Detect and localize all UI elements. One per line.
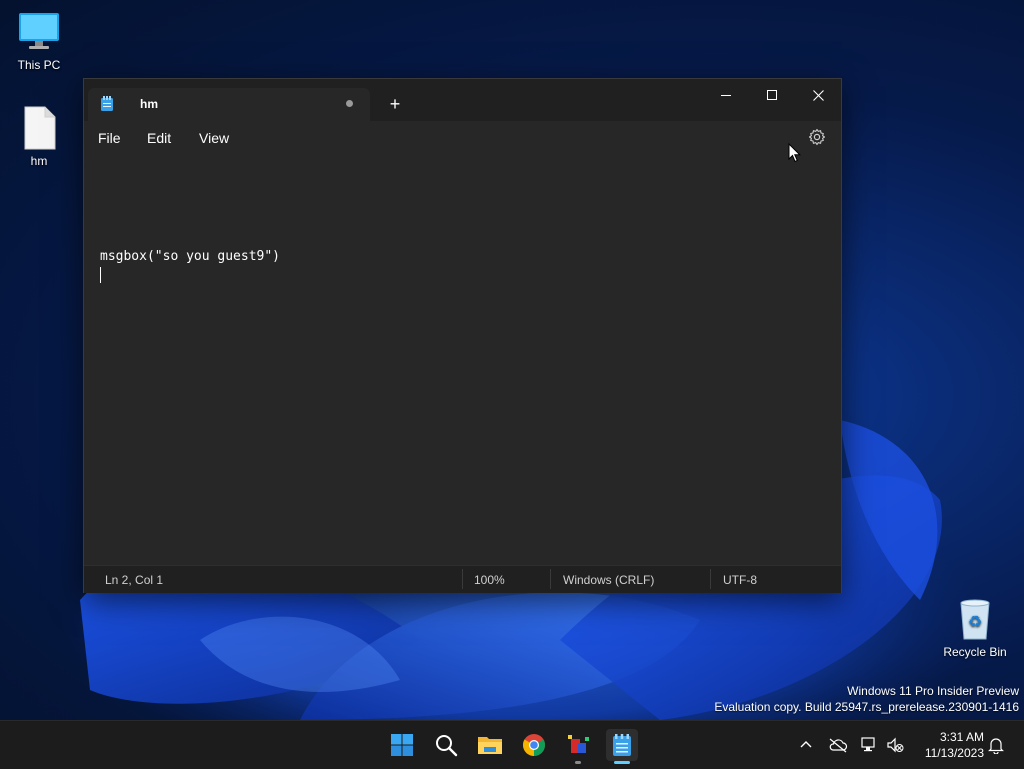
editor-line-1: msgbox("so you guest9") <box>100 249 281 264</box>
menu-file[interactable]: File <box>98 130 121 146</box>
new-tab-button[interactable]: + <box>384 93 406 115</box>
search-icon <box>436 735 458 757</box>
chrome-icon <box>523 734 545 756</box>
maximize-icon <box>767 90 777 100</box>
tab-hm[interactable]: hm <box>88 88 370 121</box>
tab-title: hm <box>140 97 158 111</box>
zoom-level: 100% <box>474 573 505 587</box>
menu-view[interactable]: View <box>199 130 229 146</box>
clock-time: 3:31 AM <box>939 730 984 744</box>
desktop-icon-hm[interactable]: hm <box>3 106 75 168</box>
running-indicator <box>575 761 581 764</box>
minimize-icon <box>721 95 731 96</box>
desktop-icon-recycle-bin[interactable]: ♻ Recycle Bin <box>939 597 1011 659</box>
watermark-line-1: Windows 11 Pro Insider Preview <box>847 684 1019 698</box>
text-caret <box>100 267 101 283</box>
speaker-muted-icon <box>887 737 904 753</box>
menu-bar: File Edit View <box>84 121 841 157</box>
taskbar-file-explorer[interactable] <box>474 729 506 761</box>
clock-date: 11/13/2023 <box>924 746 984 760</box>
cursor-position: Ln 2, Col 1 <box>105 573 164 587</box>
monitor-icon <box>17 10 61 54</box>
line-ending: Windows (CRLF) <box>563 573 655 587</box>
watermark-line-2: Evaluation copy. Build 25947.rs_prerelea… <box>714 700 1019 714</box>
status-divider <box>550 569 551 589</box>
search-button[interactable] <box>430 729 462 761</box>
notifications-button[interactable] <box>984 733 1008 757</box>
text-file-icon <box>17 106 61 150</box>
notepad-window[interactable]: hm + File Edit View msgbox("so you guest… <box>83 78 842 593</box>
status-divider <box>710 569 711 589</box>
bell-icon <box>988 738 1004 754</box>
active-indicator <box>614 761 630 764</box>
text-editor[interactable]: msgbox("so you guest9") <box>84 157 841 565</box>
evaluation-watermark: Windows 11 Pro Insider Preview Evaluatio… <box>714 683 1019 715</box>
file-explorer-icon <box>478 737 502 754</box>
close-button[interactable] <box>795 79 841 111</box>
encoding: UTF-8 <box>723 573 757 587</box>
desktop-icon-label: Recycle Bin <box>943 645 1007 659</box>
network-status[interactable] <box>857 733 881 757</box>
taskbar-chrome[interactable] <box>518 729 550 761</box>
unsaved-indicator[interactable] <box>346 100 353 107</box>
taskbar-notepad[interactable] <box>606 729 638 764</box>
mouse-pointer-icon <box>788 142 802 163</box>
desktop-icon-label: hm <box>30 154 48 168</box>
svg-text:♻: ♻ <box>968 612 982 631</box>
minimize-button[interactable] <box>703 79 749 111</box>
taskbar: 3:31 AM 11/13/2023 <box>0 720 1024 769</box>
chevron-up-icon <box>800 741 812 748</box>
status-bar: Ln 2, Col 1 100% Windows (CRLF) UTF-8 <box>84 565 841 593</box>
menu-edit[interactable]: Edit <box>147 130 171 146</box>
volume-status[interactable] <box>883 733 907 757</box>
maximize-button[interactable] <box>749 79 795 111</box>
network-icon <box>861 737 875 752</box>
recycle-bin-icon: ♻ <box>953 597 997 641</box>
desktop-icon-this-pc[interactable]: This PC <box>3 10 75 72</box>
onedrive-status[interactable] <box>826 733 850 757</box>
desktop-icon-label: This PC <box>17 58 61 72</box>
notepad-icon <box>613 734 631 756</box>
paint-icon <box>568 735 589 753</box>
start-icon <box>391 734 413 756</box>
start-button[interactable] <box>386 729 418 761</box>
taskbar-paint[interactable] <box>562 729 594 764</box>
cloud-offline-icon <box>829 738 848 753</box>
settings-gear-icon[interactable] <box>808 128 826 146</box>
status-divider <box>462 569 463 589</box>
system-clock[interactable]: 3:31 AM 11/13/2023 <box>925 729 984 761</box>
show-hidden-icons-button[interactable] <box>794 733 818 757</box>
notepad-icon <box>100 96 114 112</box>
close-icon <box>812 89 824 101</box>
title-bar[interactable]: hm + <box>84 79 841 121</box>
